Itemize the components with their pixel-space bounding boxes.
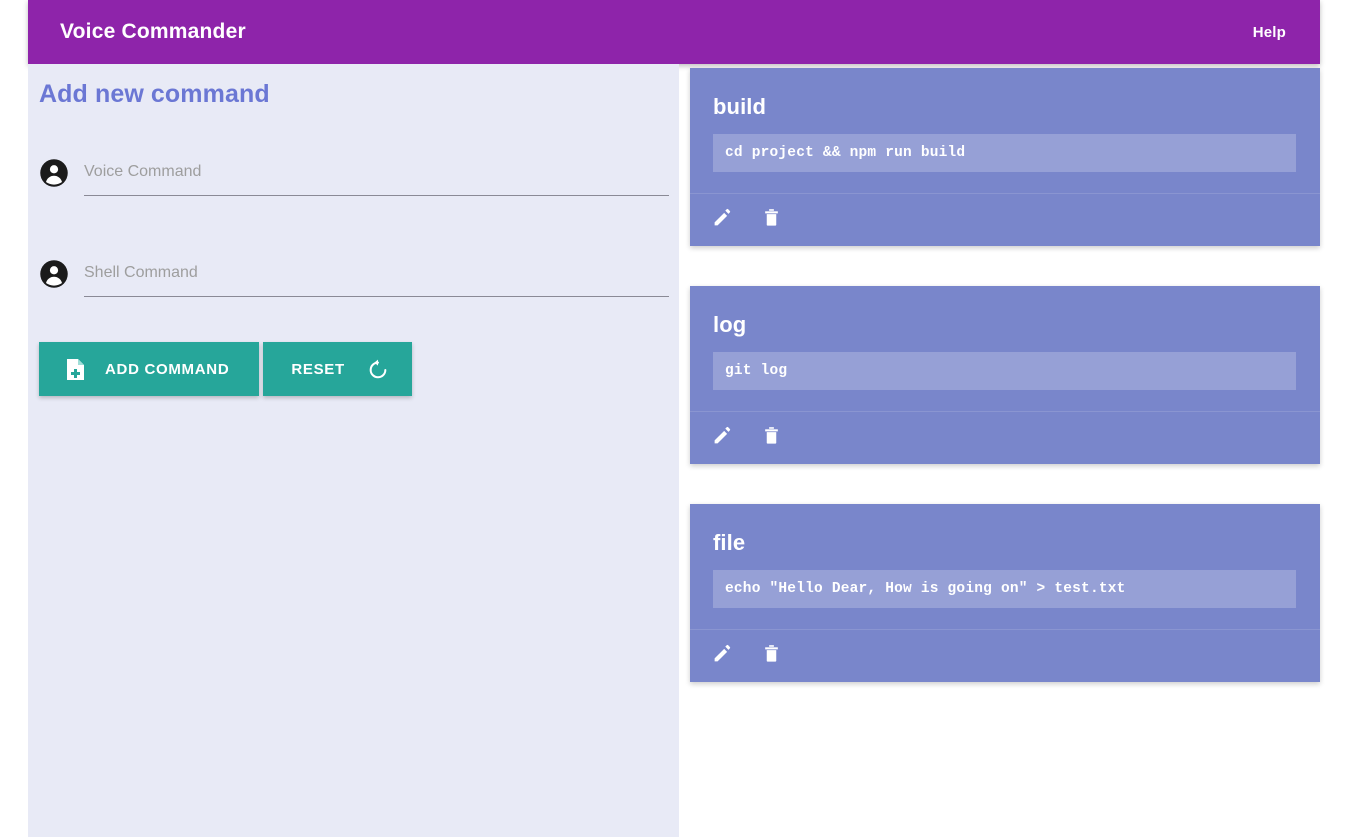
voice-command-field-group xyxy=(39,152,679,210)
edit-command-button[interactable] xyxy=(712,425,733,446)
pencil-icon xyxy=(712,426,733,449)
command-card: file echo "Hello Dear, How is going on" … xyxy=(690,504,1320,682)
command-text: git log xyxy=(713,352,1296,390)
edit-command-button[interactable] xyxy=(712,643,733,664)
trash-icon xyxy=(762,427,781,449)
app-title: Voice Commander xyxy=(60,20,246,43)
delete-command-button[interactable] xyxy=(762,425,781,446)
command-card: build cd project && npm run build xyxy=(690,68,1320,246)
command-card: log git log xyxy=(690,286,1320,464)
pencil-icon xyxy=(712,644,733,667)
app-header: Voice Commander Help xyxy=(28,0,1320,64)
file-plus-icon xyxy=(65,358,86,381)
account-circle-icon xyxy=(39,259,69,289)
rotate-left-icon xyxy=(367,358,389,381)
command-list: build cd project && npm run build log gi… xyxy=(690,68,1320,722)
shell-command-input[interactable] xyxy=(84,253,669,297)
reset-button[interactable]: RESET xyxy=(263,342,412,396)
add-command-button[interactable]: ADD COMMAND xyxy=(39,342,260,396)
trash-icon xyxy=(762,209,781,231)
edit-command-button[interactable] xyxy=(712,207,733,228)
page-title: Add new command xyxy=(39,80,270,108)
reset-label: RESET xyxy=(291,360,345,378)
command-name: file xyxy=(713,530,746,555)
app-root: Voice Commander Help Add new command Voi… xyxy=(0,0,1351,837)
account-circle-icon xyxy=(39,158,69,188)
add-command-panel: Add new command Voice Command Shell Comm… xyxy=(28,64,679,837)
command-name: build xyxy=(713,94,767,119)
trash-icon xyxy=(762,645,781,667)
command-card-actions xyxy=(690,194,1320,246)
command-name: log xyxy=(713,312,747,337)
command-card-actions xyxy=(690,412,1320,464)
command-text: echo "Hello Dear, How is going on" > tes… xyxy=(713,570,1296,608)
form-actions: ADD COMMAND RESET xyxy=(39,342,412,396)
voice-command-input[interactable] xyxy=(84,152,669,196)
pencil-icon xyxy=(712,208,733,231)
command-text: cd project && npm run build xyxy=(713,134,1296,172)
delete-command-button[interactable] xyxy=(762,643,781,664)
shell-command-field-group xyxy=(39,253,679,311)
add-command-label: ADD COMMAND xyxy=(105,360,230,378)
help-link[interactable]: Help xyxy=(1253,24,1286,41)
command-card-actions xyxy=(690,630,1320,682)
delete-command-button[interactable] xyxy=(762,207,781,228)
